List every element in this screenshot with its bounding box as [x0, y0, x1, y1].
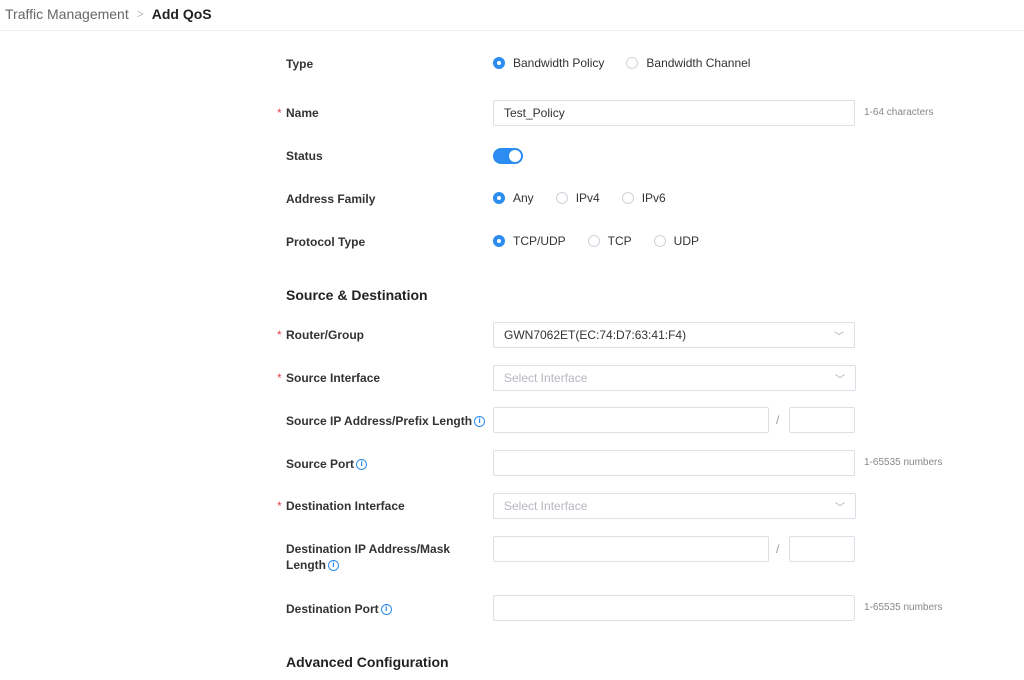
chevron-down-icon: ﹀ [834, 331, 844, 343]
info-icon[interactable]: i [380, 604, 392, 616]
source-prefix-length-input[interactable] [789, 407, 855, 433]
radio-checked-icon[interactable] [493, 57, 505, 69]
chevron-down-icon: ﹀ [835, 502, 845, 514]
status-row: Status [0, 148, 1024, 164]
address-family-label: Address Family [286, 192, 376, 206]
destination-interface-placeholder: Select Interface [504, 499, 588, 513]
breadcrumb: Traffic Management > Add QoS [5, 4, 212, 24]
toggle-knob [509, 150, 521, 162]
destination-interface-select[interactable]: Select Interface ﹀ [493, 493, 856, 519]
router-group-select[interactable]: GWN7062ET(EC:74:D7:63:41:F4) ﹀ [493, 322, 855, 348]
radio-label: IPv6 [641, 191, 666, 205]
header-divider [0, 30, 1024, 31]
address-family-radio-group: Any IPv4 IPv6 [493, 191, 688, 205]
mask-separator: / [776, 542, 780, 556]
radio-label: Bandwidth Policy [513, 56, 605, 70]
radio-label: IPv4 [575, 191, 600, 205]
radio-unchecked-icon[interactable] [587, 235, 600, 247]
source-interface-select[interactable]: Select Interface ﹀ [493, 365, 856, 391]
radio-unchecked-icon[interactable] [626, 57, 639, 69]
required-mark: * [277, 499, 282, 513]
breadcrumb-parent[interactable]: Traffic Management [5, 6, 129, 22]
destination-ip-label: Destination IP Address/Mask Length i [286, 541, 450, 573]
name-input-value: Test_Policy [504, 106, 565, 120]
radio-label: Bandwidth Channel [646, 56, 751, 70]
info-icon[interactable]: i [474, 416, 486, 428]
radio-unchecked-icon[interactable] [653, 235, 666, 247]
radio-unchecked-icon[interactable] [621, 192, 634, 204]
radio-label: TCP [607, 234, 632, 248]
breadcrumb-chevron-icon: > [136, 7, 144, 21]
destination-port-hint: 1-65535 numbers [864, 602, 943, 613]
required-mark: * [277, 328, 282, 342]
router-group-value: GWN7062ET(EC:74:D7:63:41:F4) [504, 328, 687, 342]
destination-port-input[interactable] [493, 595, 855, 621]
radio-udp[interactable]: UDP [653, 234, 700, 248]
required-mark: * [277, 371, 282, 385]
protocol-type-label: Protocol Type [286, 235, 366, 249]
type-label: Type [286, 57, 314, 71]
radio-tcp[interactable]: TCP [587, 234, 632, 248]
status-toggle[interactable] [493, 148, 523, 164]
source-ip-label: Source IP Address/Prefix Length i [286, 413, 486, 429]
radio-bandwidth-policy[interactable]: Bandwidth Policy [493, 56, 604, 70]
destination-ip-input[interactable] [493, 536, 769, 562]
router-group-label: Router/Group [286, 328, 364, 342]
radio-bandwidth-channel[interactable]: Bandwidth Channel [626, 56, 750, 70]
source-port-label-text: Source Port [286, 457, 355, 471]
info-icon[interactable]: i [356, 459, 368, 471]
source-port-label: Source Port i [286, 456, 368, 472]
radio-label: UDP [673, 234, 700, 248]
radio-unchecked-icon[interactable] [555, 192, 568, 204]
section-source-destination-title: Source & Destination [286, 287, 428, 303]
info-icon[interactable]: i [328, 560, 339, 572]
protocol-type-radio-group: TCP/UDP TCP UDP [493, 234, 721, 248]
radio-any[interactable]: Any [493, 191, 534, 205]
status-label: Status [286, 149, 323, 163]
required-mark: * [277, 106, 282, 120]
radio-ipv6[interactable]: IPv6 [621, 191, 666, 205]
radio-tcp-udp[interactable]: TCP/UDP [493, 234, 566, 248]
name-hint: 1-64 characters [864, 107, 934, 118]
destination-interface-label: Destination Interface [286, 499, 405, 513]
source-interface-label: Source Interface [286, 371, 381, 385]
section-advanced-configuration-title: Advanced Configuration [286, 654, 449, 670]
radio-label: Any [513, 191, 534, 205]
radio-ipv4[interactable]: IPv4 [555, 191, 600, 205]
prefix-separator: / [776, 413, 780, 427]
destination-mask-length-input[interactable] [789, 536, 855, 562]
source-ip-input[interactable] [493, 407, 769, 433]
destination-port-label-text: Destination Port [286, 602, 379, 616]
page-title: Add QoS [151, 6, 212, 22]
radio-checked-icon[interactable] [493, 192, 505, 204]
type-radio-group: Bandwidth Policy Bandwidth Channel [493, 56, 772, 70]
source-port-input[interactable] [493, 450, 855, 476]
destination-ip-label-line2: Length [286, 558, 326, 572]
radio-checked-icon[interactable] [493, 235, 505, 247]
source-port-hint: 1-65535 numbers [864, 457, 943, 468]
name-input[interactable]: Test_Policy [493, 100, 855, 126]
destination-port-label: Destination Port i [286, 601, 392, 617]
destination-ip-label-line1: Destination IP Address/Mask [286, 542, 451, 556]
source-ip-label-text: Source IP Address/Prefix Length [286, 414, 473, 428]
name-label: Name [286, 106, 319, 120]
chevron-down-icon: ﹀ [835, 374, 845, 386]
radio-label: TCP/UDP [513, 234, 566, 248]
source-interface-placeholder: Select Interface [504, 371, 588, 385]
